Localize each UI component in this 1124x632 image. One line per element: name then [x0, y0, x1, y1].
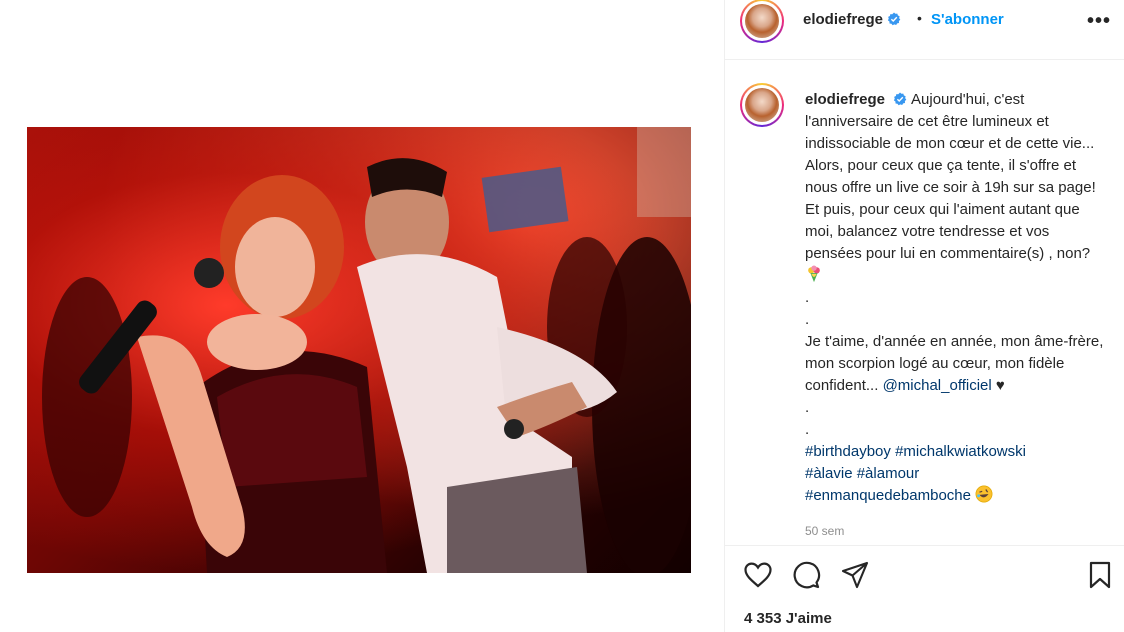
header-separator: • — [917, 10, 922, 26]
likes-count[interactable]: 4 353 J'aime — [744, 610, 832, 627]
caption-area: elodiefrege Aujourd'hui, c'est l'annivers… — [725, 59, 1124, 545]
hashtag-link[interactable]: #michalkwiatkowski — [895, 443, 1026, 460]
actions-divider — [725, 545, 1124, 546]
avatar-image — [745, 4, 779, 38]
verified-badge-icon — [893, 92, 907, 106]
paper-plane-icon[interactable] — [840, 560, 870, 590]
caption-dot-2: . — [805, 311, 810, 328]
caption-dot-1: . — [805, 289, 810, 306]
avatar-frame — [742, 1, 782, 41]
follow-button[interactable]: S'abonner — [931, 11, 1004, 28]
hashtag-link[interactable]: #àlamour — [857, 465, 920, 482]
bouquet-emoji — [808, 265, 820, 283]
hashtag-link[interactable]: #birthdayboy — [805, 443, 891, 460]
avatar-frame — [742, 85, 782, 125]
more-options-button[interactable]: ••• — [1087, 10, 1111, 33]
caption-text-1: Aujourd'hui, c'est l'anniversaire de cet… — [805, 91, 1096, 262]
post-time-ago[interactable]: 50 sem — [805, 524, 844, 538]
caption-dot-3: . — [805, 399, 810, 416]
hashtags-line-2: #àlavie #àlamour — [805, 463, 1105, 485]
caption-paragraph-2: Je t'aime, d'année en année, mon âme-frè… — [805, 331, 1105, 397]
caption-dot-4: . — [805, 421, 810, 438]
heart-symbol: ♥ — [995, 377, 1005, 394]
photo-illustration — [42, 127, 691, 573]
caption-paragraph-1: elodiefrege Aujourd'hui, c'est l'annivers… — [805, 89, 1105, 287]
hashtag-link[interactable]: #enmanquedebamboche — [805, 487, 971, 504]
header-avatar[interactable] — [740, 0, 784, 43]
caption-username[interactable]: elodiefrege — [805, 91, 885, 108]
hashtags-line-1: #birthdayboy #michalkwiatkowski — [805, 441, 1105, 463]
heart-outline-icon[interactable] — [743, 560, 773, 590]
rolling-laughing-emoji — [975, 485, 993, 503]
post-header: elodiefrege • S'abonner ••• — [725, 0, 1124, 43]
comment-bubble-icon[interactable] — [791, 560, 821, 590]
header-username[interactable]: elodiefrege — [803, 11, 883, 28]
post-caption: elodiefrege Aujourd'hui, c'est l'annivers… — [805, 89, 1105, 507]
bookmark-icon[interactable] — [1085, 560, 1115, 590]
header-user: elodiefrege — [803, 11, 901, 29]
hashtag-link[interactable]: #àlavie — [805, 465, 853, 482]
post-actions-bar — [725, 553, 1124, 597]
caption-avatar[interactable] — [740, 83, 784, 127]
mention-link[interactable]: @michal_officiel — [883, 377, 992, 394]
post-photo[interactable] — [27, 127, 691, 573]
hashtags-line-3: #enmanquedebamboche — [805, 485, 1105, 507]
verified-badge-icon — [887, 12, 901, 26]
post-side-panel: elodiefrege • S'abonner ••• elodiefrege A… — [725, 0, 1124, 632]
post-media-pane — [0, 0, 724, 632]
avatar-image — [745, 88, 779, 122]
